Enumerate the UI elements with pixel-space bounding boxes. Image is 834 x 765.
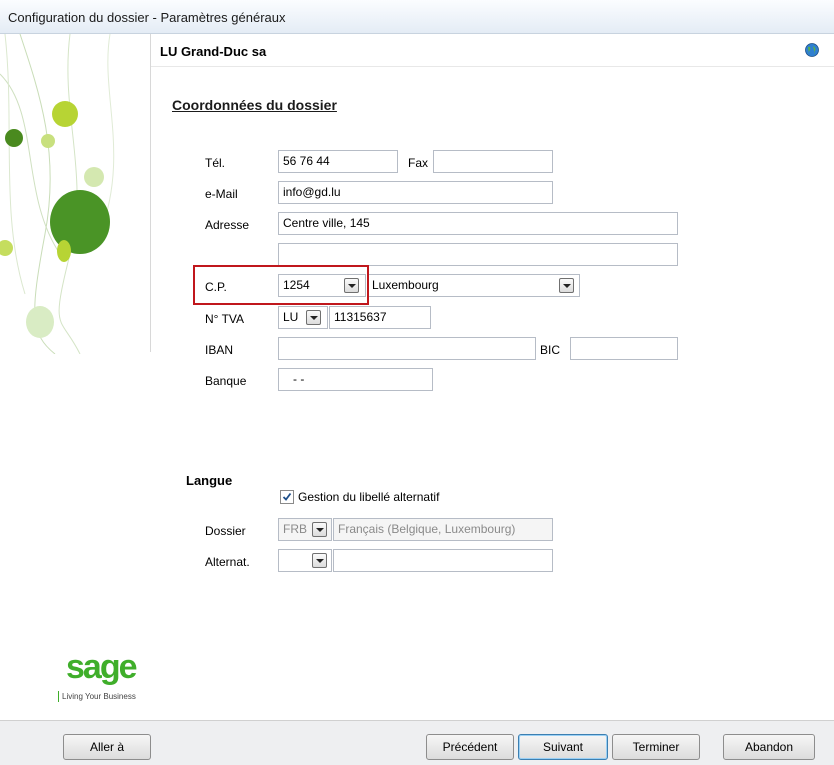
email-label: e-Mail xyxy=(205,187,238,201)
iban-label: IBAN xyxy=(205,343,234,357)
globe-icon[interactable] xyxy=(805,43,819,57)
section-title-langue: Langue xyxy=(186,473,233,488)
alternat-name-field xyxy=(333,549,553,572)
iban-field[interactable] xyxy=(278,337,536,360)
adresse-field[interactable]: Centre ville, 145 xyxy=(278,212,678,235)
city-value: Luxembourg xyxy=(372,278,439,292)
bic-label: BIC xyxy=(540,343,561,357)
adresse2-field[interactable] xyxy=(278,243,678,266)
tva-country-value: LU xyxy=(283,310,299,324)
precedent-button[interactable]: Précédent xyxy=(426,734,514,760)
header-divider xyxy=(151,66,834,67)
tva-country-dropdown-button[interactable] xyxy=(306,310,321,325)
fax-field[interactable] xyxy=(433,150,553,173)
tel-label: Tél. xyxy=(205,156,226,170)
banque-label: Banque xyxy=(205,374,247,388)
alternat-label: Alternat. xyxy=(205,555,250,569)
aller-a-button[interactable]: Aller à xyxy=(63,734,151,760)
panel-divider xyxy=(150,34,151,352)
dossier-label: Dossier xyxy=(205,524,246,538)
terminer-button[interactable]: Terminer xyxy=(612,734,700,760)
checkmark-icon xyxy=(282,492,292,501)
footer-bar: Aller à Précédent Suivant Terminer Aband… xyxy=(0,720,834,765)
sage-logo: sage xyxy=(66,648,137,686)
tel-field[interactable]: 56 76 44 xyxy=(278,150,398,173)
sage-tagline: Living Your Business xyxy=(58,691,136,702)
leaf-decoration-icon xyxy=(0,34,115,354)
suivant-button[interactable]: Suivant xyxy=(518,734,608,760)
dossier-code-value: FRB xyxy=(283,522,307,536)
dossier-dropdown-button[interactable] xyxy=(312,522,327,537)
section-title-coordonnees: Coordonnées du dossier xyxy=(172,97,337,113)
alternat-dropdown-button[interactable] xyxy=(312,553,327,568)
adresse-label: Adresse xyxy=(205,218,250,232)
tva-label: N° TVA xyxy=(205,312,245,326)
cp-highlight-box xyxy=(193,265,369,305)
abandon-button[interactable]: Abandon xyxy=(723,734,815,760)
window-titlebar: Configuration du dossier - Paramètres gé… xyxy=(0,0,834,34)
decorative-side-panel: sage Living Your Business xyxy=(0,34,150,720)
company-name: LU Grand-Duc sa xyxy=(160,44,267,59)
bic-field[interactable] xyxy=(570,337,678,360)
window-title: Configuration du dossier - Paramètres gé… xyxy=(8,10,286,25)
banque-field[interactable]: - - xyxy=(278,368,433,391)
city-field[interactable]: Luxembourg xyxy=(367,274,580,297)
city-dropdown-button[interactable] xyxy=(559,278,574,293)
gestion-label: Gestion du libellé alternatif xyxy=(298,490,440,504)
gestion-checkbox[interactable] xyxy=(280,490,294,504)
tva-field[interactable]: 11315637 xyxy=(329,306,431,329)
fax-label: Fax xyxy=(408,156,429,170)
dossier-name-field: Français (Belgique, Luxembourg) xyxy=(333,518,553,541)
email-field[interactable]: info@gd.lu xyxy=(278,181,553,204)
